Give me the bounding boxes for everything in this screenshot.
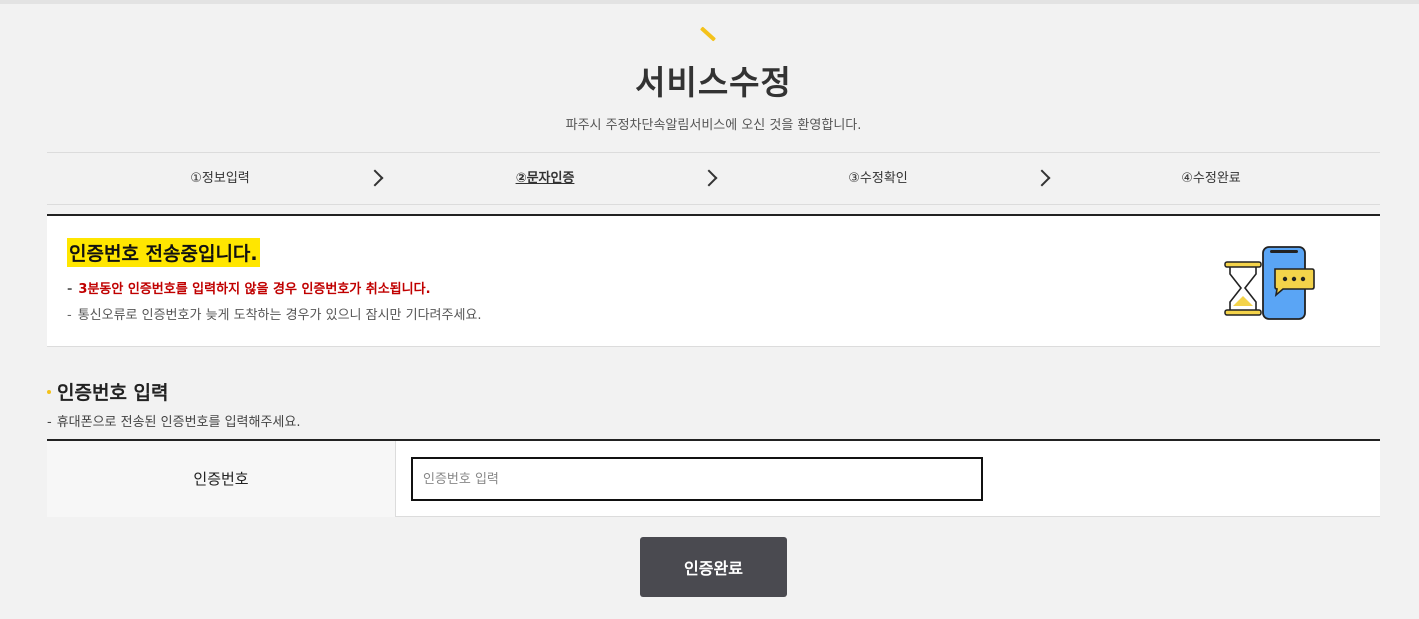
- hourglass-phone-chat-icon: [1224, 246, 1315, 320]
- notice-info-text: 통신오류로 인증번호가 늦게 도착하는 경우가 있으니 잠시만 기다려주세요.: [77, 308, 482, 323]
- step-1: ①정보입력: [190, 171, 250, 186]
- verification-form: 인증번호: [47, 439, 1380, 517]
- section-description-text: 휴대폰으로 전송된 인증번호를 입력해주세요.: [56, 415, 301, 430]
- page-content: 서비스수정 파주시 주정차단속알림서비스에 오신 것을 환영합니다. ①정보입력…: [47, 0, 1380, 619]
- step-3: ③수정확인: [848, 171, 908, 186]
- verification-code-input[interactable]: [411, 457, 983, 501]
- bullet-dot: [47, 389, 51, 394]
- step-2: ②문자인증: [515, 171, 575, 186]
- dash-bullet: -: [67, 282, 73, 297]
- dash-bullet: -: [47, 415, 52, 430]
- section-title-text: 인증번호 입력: [57, 382, 169, 404]
- code-field-label: 인증번호: [47, 441, 396, 517]
- page-subtitle: 파주시 주정차단속알림서비스에 오신 것을 환영합니다.: [565, 118, 862, 133]
- notice-info: - 통신오류로 인증번호가 늦게 도착하는 경우가 있으니 잠시만 기다려주세요.: [67, 304, 482, 323]
- notice-title: 인증번호 전송중입니다.: [67, 238, 260, 267]
- chevron-right-icon: [366, 169, 384, 187]
- section-description: - 휴대폰으로 전송된 인증번호를 입력해주세요.: [47, 411, 300, 430]
- chevron-right-icon: [1033, 169, 1051, 187]
- title-accent-mark: [699, 26, 717, 42]
- section-title: 인증번호 입력: [47, 378, 169, 405]
- page-title: 서비스수정: [635, 63, 792, 102]
- notice-warning: -3분동안 인증번호를 입력하지 않을 경우 인증번호가 취소됩니다.: [67, 278, 431, 297]
- chevron-right-icon: [700, 169, 718, 187]
- step-indicator: ①정보입력 ②문자인증 ③수정확인 ④수정완료: [47, 152, 1380, 205]
- notice-warning-text: 3분동안 인증번호를 입력하지 않을 경우 인증번호가 취소됩니다.: [78, 282, 431, 297]
- dash-bullet: -: [67, 308, 72, 323]
- step-4: ④수정완료: [1181, 171, 1241, 186]
- sending-notice-box: 인증번호 전송중입니다. -3분동안 인증번호를 입력하지 않을 경우 인증번호…: [47, 214, 1380, 347]
- verify-complete-button[interactable]: 인증완료: [640, 537, 787, 597]
